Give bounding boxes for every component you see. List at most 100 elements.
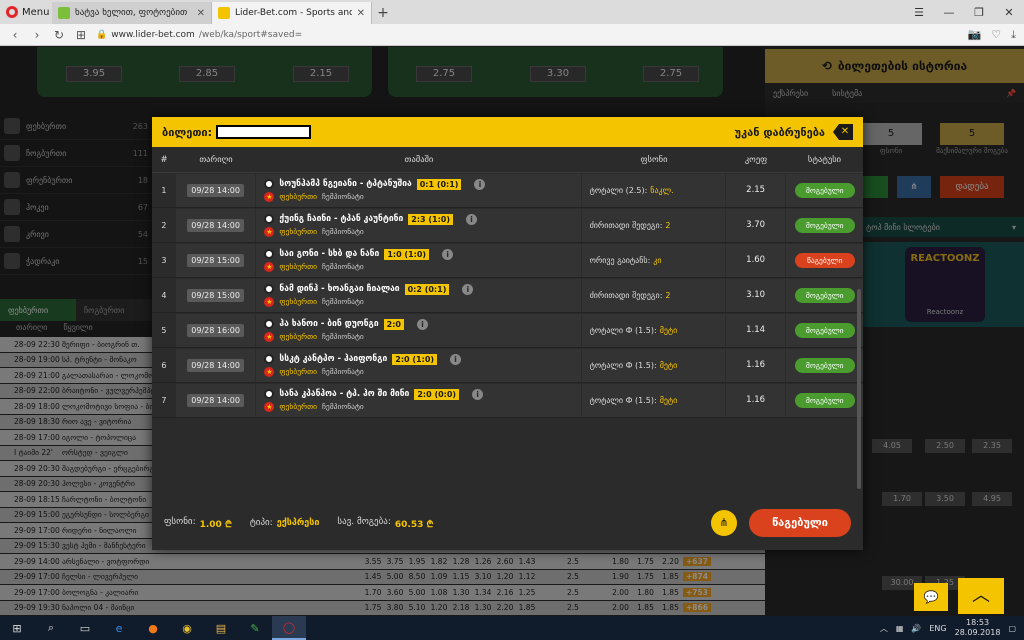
bet-market: ძირითადი შედეგი: — [589, 290, 663, 300]
event-name: სოუნჰამპ ნგეიანი - ტპტანუშია — [279, 179, 412, 189]
chat-icon[interactable]: 💬 — [914, 583, 948, 611]
status-button-lost[interactable]: წაგებული — [749, 509, 851, 537]
new-tab-button[interactable]: + — [372, 2, 394, 24]
row-event-cell: საი გონი - სხბ და ნანი 1:0 (1:0) i ★ ფეხ… — [256, 243, 581, 277]
event-line: სანა კპანჰოა - ტპ. ჰო ში მინი 2:0 (0:0) … — [264, 388, 484, 400]
ticket-row: 3 09/28 15:00 საი გონი - სხბ და ნანი 1:0… — [152, 243, 864, 278]
bet-market: ტოტალი Ф (1.5): — [589, 325, 657, 335]
browser-tab-1[interactable]: ხატვა ხელით, ფოტოებით ✕ — [52, 2, 212, 24]
modal-footer: ფსონი: 1.00 ₾ ტიპი: ექსპრესი სავ. მოგება: 6… — [152, 496, 863, 550]
tab-favicon-icon — [58, 7, 70, 19]
forward-icon[interactable]: › — [30, 28, 44, 42]
heart-icon[interactable]: ♡ — [991, 28, 1001, 42]
snap-icon[interactable]: ☰ — [904, 0, 934, 24]
close-window-icon[interactable]: ✕ — [994, 0, 1024, 24]
info-icon[interactable]: i — [450, 353, 462, 365]
chrome-icon[interactable]: ◉ — [170, 616, 204, 640]
info-icon[interactable]: i — [462, 283, 474, 295]
event-line: ნამ დინჰ - ხოანგაი ჩიალაი 0:2 (0:1) i — [264, 283, 474, 295]
event-league: ჩემპიონატი — [321, 192, 364, 201]
camera-icon[interactable]: 📷 — [968, 28, 982, 42]
col-coef: კოეფ — [744, 154, 768, 165]
minimize-icon[interactable]: — — [934, 0, 964, 24]
event-name: საი გონი - სხბ და ნანი — [279, 249, 380, 259]
explorer-icon[interactable]: ▤ — [204, 616, 238, 640]
volume-icon[interactable]: 🔊 — [911, 624, 921, 633]
share-icon[interactable]: ⋔ — [711, 510, 737, 536]
info-icon[interactable]: i — [466, 213, 478, 225]
close-icon[interactable]: ✕ — [833, 124, 853, 140]
maximize-icon[interactable]: ❐ — [964, 0, 994, 24]
keyboard-lang[interactable]: ENG — [929, 624, 946, 633]
edge-icon[interactable]: e — [102, 616, 136, 640]
event-meta: ★ ფეხბურთი ჩემპიონატი — [264, 366, 364, 377]
football-icon — [264, 389, 275, 399]
ticket-row: 7 09/28 14:00 სანა კპანჰოა - ტპ. ჰო ში მ… — [152, 383, 864, 418]
row-date-cell: 09/28 15:00 — [175, 278, 256, 312]
scroll-up-icon[interactable]: ︿ — [958, 578, 1004, 614]
search-icon[interactable]: ⌕ — [34, 616, 68, 640]
opera-menu-button[interactable]: Menu — [0, 0, 52, 24]
paint-icon[interactable]: ✎ — [238, 616, 272, 640]
network-icon[interactable]: ▦ — [896, 624, 904, 633]
notifications-icon[interactable]: ▢ — [1008, 624, 1016, 633]
windows-start-icon[interactable]: ⊞ — [0, 616, 34, 640]
download-icon[interactable]: ⤓ — [1011, 28, 1016, 42]
back-icon[interactable]: ‹ — [8, 28, 22, 42]
row-event-cell: ნამ დინჰ - ხოანგაი ჩიალაი 0:2 (0:1) i ★ … — [256, 278, 581, 312]
event-meta: ★ ფეხბურთი ჩემპიონატი — [264, 191, 364, 202]
scrollbar[interactable] — [857, 289, 861, 489]
url-field[interactable]: 🔒 www.lider-bet.com/web/ka/sport#saved= — [96, 30, 960, 40]
vietnam-flag-icon: ★ — [264, 296, 275, 307]
event-score: 0:1 (0:1) — [416, 178, 462, 190]
event-line: საი გონი - სხბ და ნანი 1:0 (1:0) i — [264, 248, 454, 260]
row-number: 5 — [161, 325, 167, 335]
row-status-cell: მოგებული — [786, 313, 864, 347]
reload-icon[interactable]: ↻ — [52, 28, 66, 42]
firefox-icon[interactable]: ● — [136, 616, 170, 640]
task-view-icon[interactable]: ▭ — [68, 616, 102, 640]
row-date: 09/28 14:00 — [187, 183, 244, 197]
col-date: თარიღი — [199, 154, 233, 165]
event-sport: ფეხბურთი — [279, 402, 317, 411]
address-actions: 📷 ♡ ⤓ — [968, 28, 1016, 42]
ticket-row: 6 09/28 14:00 სსკტ კანტპო - ჰაიფონგი 2:0… — [152, 348, 864, 383]
event-name: სანა კპანჰოა - ტპ. ჰო ში მინი — [279, 389, 410, 399]
back-button[interactable]: უკან დაბრუნება — [735, 126, 825, 139]
clock[interactable]: 18:53 28.09.2018 — [955, 618, 1001, 638]
football-icon — [264, 354, 275, 364]
tab-close-icon[interactable]: ✕ — [357, 8, 365, 19]
event-line: ჰა ხანოი - ბინ დუონგი 2:0 i — [264, 318, 428, 330]
info-icon[interactable]: i — [474, 178, 486, 190]
bet-selection: მეტი — [659, 360, 678, 370]
ticket-row: 2 09/28 14:00 ქუინგ ჩაინი - ტპან კაუნტინ… — [152, 208, 864, 243]
tray-chevron-icon[interactable]: ︿ — [880, 623, 888, 634]
taskbar: ⊞ ⌕ ▭ e ● ◉ ▤ ✎ ◯ ︿ ▦ 🔊 ENG 18:53 28.09.2… — [0, 616, 1024, 640]
row-bet-cell: ძირითადი შედეგი: 2 — [581, 278, 725, 312]
info-icon[interactable]: i — [416, 318, 428, 330]
football-icon — [264, 249, 275, 259]
browser-tab-2[interactable]: Lider-Bet.com - Sports and ✕ — [212, 2, 372, 24]
opera-taskbar-icon[interactable]: ◯ — [272, 616, 306, 640]
row-date: 09/28 14:00 — [187, 358, 244, 372]
lock-icon: 🔒 — [96, 29, 108, 40]
row-date: 09/28 15:00 — [187, 253, 244, 267]
football-icon — [264, 214, 275, 224]
speed-dial-icon[interactable]: ⊞ — [74, 28, 88, 42]
ticket-label: ბილეთი: — [162, 125, 213, 139]
row-bet-cell: ტოტალი Ф (1.5): მეტი — [581, 313, 725, 347]
bet-market: ორივე გაიტანს: — [589, 255, 651, 265]
info-icon[interactable]: i — [472, 388, 484, 400]
row-bet-cell: ძირითადი შედეგი: 2 — [581, 208, 725, 242]
vietnam-flag-icon: ★ — [264, 331, 275, 342]
tab-close-icon[interactable]: ✕ — [197, 8, 205, 19]
vietnam-flag-icon: ★ — [264, 191, 275, 202]
football-icon — [264, 319, 275, 329]
event-score: 1:0 (1:0) — [384, 248, 430, 260]
row-date-cell: 09/28 14:00 — [175, 208, 256, 242]
row-status-cell: მოგებული — [786, 278, 864, 312]
event-meta: ★ ფეხბურთი ჩემპიონატი — [264, 401, 364, 412]
info-icon[interactable]: i — [442, 248, 454, 260]
event-sport: ფეხბურთი — [279, 262, 317, 271]
event-name: ნამ დინჰ - ხოანგაი ჩიალაი — [279, 284, 400, 294]
